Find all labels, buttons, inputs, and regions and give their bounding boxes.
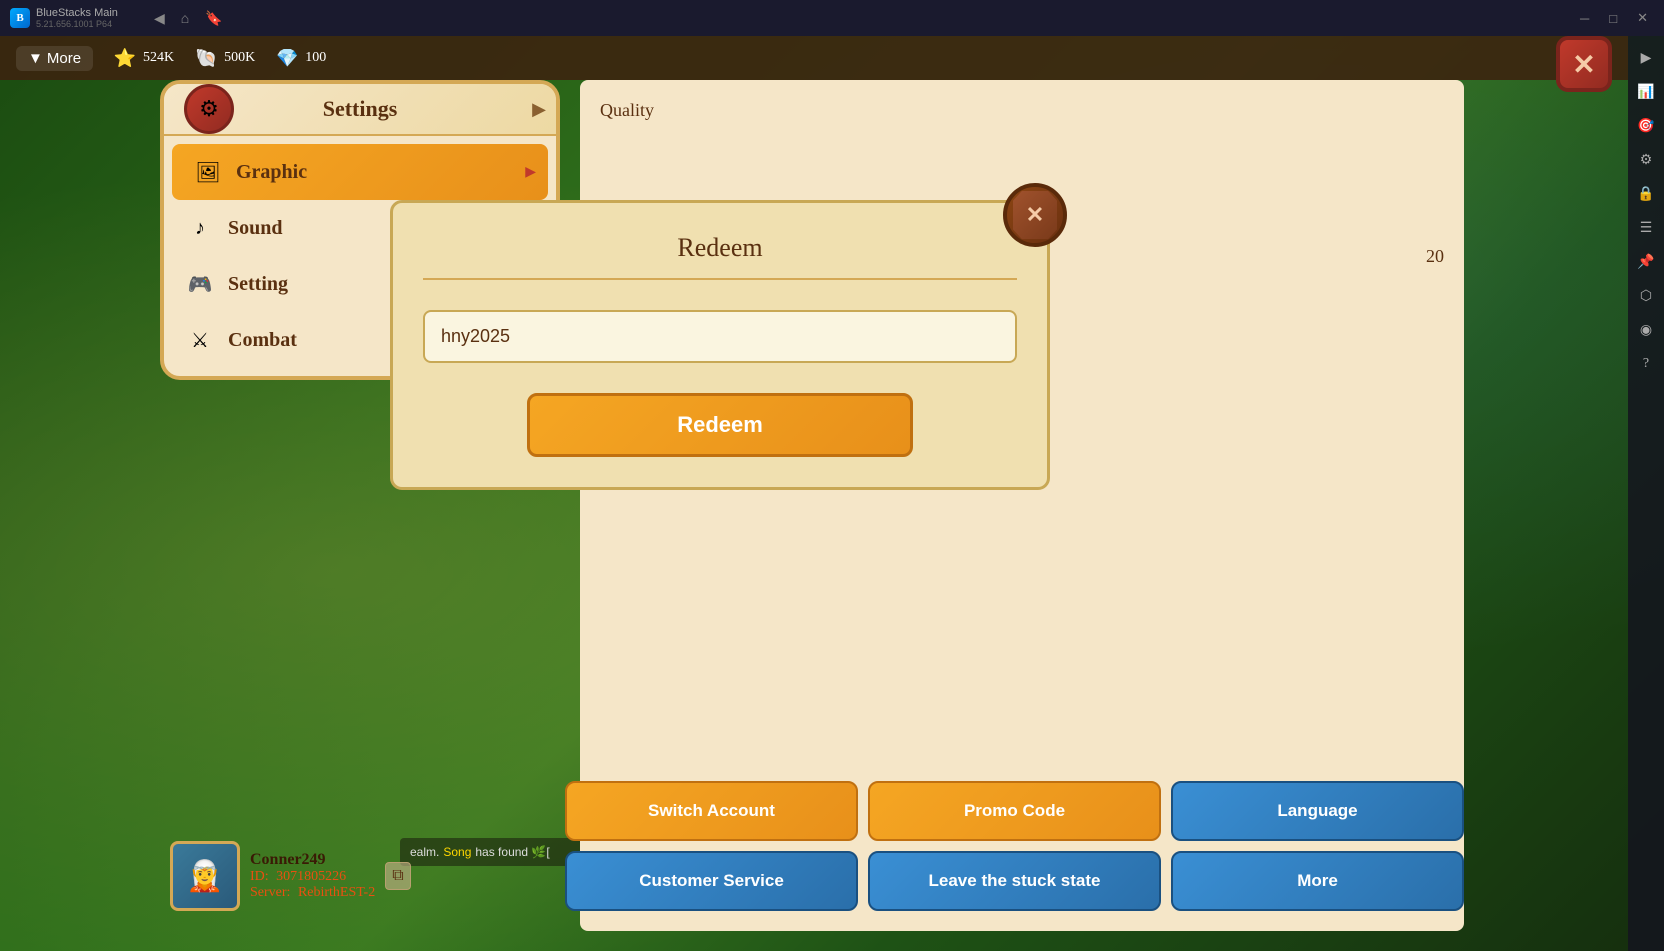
user-avatar: 🧝 xyxy=(170,841,240,911)
redeem-input-container xyxy=(423,310,1017,363)
bottom-action-buttons: Switch Account Promo Code Language Custo… xyxy=(565,781,1464,911)
gem-resource: 💎 100 xyxy=(275,46,326,70)
star-icon: ⭐ xyxy=(113,46,137,70)
leave-stuck-button[interactable]: Leave the stuck state xyxy=(868,851,1161,911)
more-dropdown-label: More xyxy=(47,50,81,67)
gem-icon: 💎 xyxy=(275,46,299,70)
sidebar-hex-icon[interactable]: ⬡ xyxy=(1632,282,1660,310)
sidebar-list-icon[interactable]: ☰ xyxy=(1632,214,1660,242)
customer-service-button[interactable]: Customer Service xyxy=(565,851,858,911)
graphic-label: Graphic xyxy=(236,161,307,184)
quality-number: 20 xyxy=(1426,246,1444,267)
graphic-icon: 🖼 xyxy=(192,156,224,188)
star-value: 524K xyxy=(143,50,174,66)
settings-gear-icon: ⚙ xyxy=(184,84,234,134)
sidebar-lock-icon[interactable]: 🔒 xyxy=(1632,180,1660,208)
chat-text-before: ealm. xyxy=(410,845,439,859)
shell-resource: 🐚 500K xyxy=(194,46,255,70)
right-sidebar: ▶ 📊 🎯 ⚙ 🔒 ☰ 📌 ⬡ ◉ ? xyxy=(1628,36,1664,951)
window-controls: ─ □ ✕ xyxy=(1572,6,1664,30)
redeem-code-input[interactable] xyxy=(423,310,1017,363)
star-resource: ⭐ 524K xyxy=(113,46,174,70)
chat-text-after: has found 🌿[ xyxy=(475,845,549,859)
settings-arrow-right-icon: ▶ xyxy=(532,99,546,120)
more-button[interactable]: More xyxy=(1171,851,1464,911)
more-dropdown-button[interactable]: ▼ More xyxy=(16,46,93,71)
menu-item-graphic[interactable]: 🖼 Graphic xyxy=(172,144,548,200)
shell-icon: 🐚 xyxy=(194,46,218,70)
user-details: Conner249 ID: 3071805226 Server: Rebirth… xyxy=(250,851,375,901)
top-game-bar: ▼ More ⭐ 524K 🐚 500K 💎 100 ✕ xyxy=(0,36,1628,80)
switch-account-button[interactable]: Switch Account xyxy=(565,781,858,841)
settings-header: ⚙ Settings ▶ xyxy=(164,84,556,136)
redeem-submit-button[interactable]: Redeem xyxy=(527,393,913,457)
setting-label: Setting xyxy=(228,273,288,296)
shell-value: 500K xyxy=(224,50,255,66)
setting-icon: 🎮 xyxy=(184,268,216,300)
user-server-row: Server: RebirthEST-2 xyxy=(250,885,375,901)
window-close-button[interactable]: ✕ xyxy=(1629,6,1656,30)
sidebar-question-icon[interactable]: ? xyxy=(1632,350,1660,378)
sidebar-target-icon[interactable]: 🎯 xyxy=(1632,112,1660,140)
user-id-label: ID: xyxy=(250,869,269,884)
titlebar: B BlueStacks Main 5.21.656.1001 P64 ◀ ⌂ … xyxy=(0,0,1664,36)
bluestacks-icon: B xyxy=(10,8,30,28)
promo-code-button[interactable]: Promo Code xyxy=(868,781,1161,841)
sound-icon: ♪ xyxy=(184,212,216,244)
redeem-close-x: ✕ xyxy=(1026,202,1044,228)
bottom-button-row: Customer Service Leave the stuck state M… xyxy=(565,851,1464,911)
sidebar-play-icon[interactable]: ▶ xyxy=(1632,44,1660,72)
more-dropdown-icon: ▼ xyxy=(28,50,43,67)
sidebar-pin-icon[interactable]: 📌 xyxy=(1632,248,1660,276)
chat-highlight-name: Song xyxy=(443,845,471,859)
sidebar-chart-icon[interactable]: 📊 xyxy=(1632,78,1660,106)
minimize-button[interactable]: ─ xyxy=(1572,7,1597,30)
user-name: Conner249 xyxy=(250,851,375,869)
combat-icon: ⚔ xyxy=(184,324,216,356)
user-server-value: RebirthEST-2 xyxy=(298,885,375,900)
home-button[interactable]: ⌂ xyxy=(175,6,195,30)
sidebar-gear-icon[interactable]: ⚙ xyxy=(1632,146,1660,174)
redeem-close-icon: ✕ xyxy=(1013,191,1057,239)
user-id-row: ID: 3071805226 xyxy=(250,869,375,885)
language-button[interactable]: Language xyxy=(1171,781,1464,841)
redeem-modal: ✕ Redeem Redeem xyxy=(390,200,1050,490)
top-button-row: Switch Account Promo Code Language xyxy=(565,781,1464,841)
app-version: 5.21.656.1001 P64 xyxy=(36,19,118,29)
sound-label: Sound xyxy=(228,217,283,240)
redeem-title: Redeem xyxy=(423,233,1017,280)
maximize-button[interactable]: □ xyxy=(1601,7,1625,30)
redeem-close-button[interactable]: ✕ xyxy=(1003,183,1067,247)
quality-label: Quality xyxy=(600,100,1444,121)
titlebar-navigation: ◀ ⌂ 🔖 xyxy=(148,6,229,31)
copy-id-button[interactable]: ⧉ xyxy=(385,862,410,890)
sidebar-circle-icon[interactable]: ◉ xyxy=(1632,316,1660,344)
user-id-value: 3071805226 xyxy=(276,869,346,884)
settings-close-button[interactable]: ✕ xyxy=(1556,36,1612,92)
bookmark-button[interactable]: 🔖 xyxy=(199,6,228,31)
combat-label: Combat xyxy=(228,329,297,352)
user-info: 🧝 Conner249 ID: 3071805226 Server: Rebir… xyxy=(170,841,411,911)
back-button[interactable]: ◀ xyxy=(148,6,171,31)
app-logo: B BlueStacks Main 5.21.656.1001 P64 xyxy=(0,7,128,29)
user-server-label: Server: xyxy=(250,885,290,900)
settings-title: Settings xyxy=(323,96,398,122)
app-name: BlueStacks Main xyxy=(36,7,118,19)
gem-value: 100 xyxy=(305,50,326,66)
